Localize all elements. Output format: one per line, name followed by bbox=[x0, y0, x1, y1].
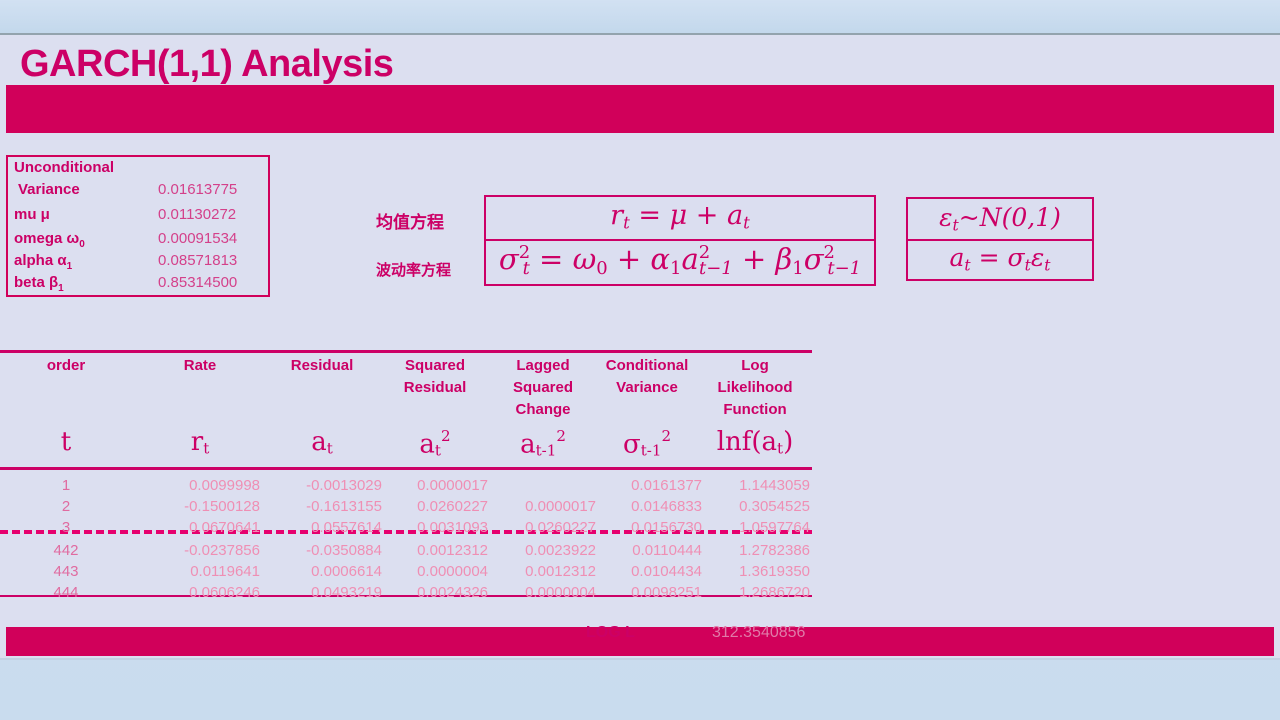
cell-order: 3 bbox=[61, 519, 71, 536]
cell-order: 442 bbox=[53, 542, 79, 559]
cell-rate: -0.1500128 bbox=[184, 498, 260, 515]
table-rule-header-bottom bbox=[0, 467, 812, 470]
slide: GARCH(1,1) Analysis Unconditional Varian… bbox=[0, 35, 1280, 658]
volatility-equation: σ2t = ω0 + α1a2t−1 + β1σ2t−1 bbox=[498, 242, 862, 280]
cell-residual: 0.0006614 bbox=[311, 563, 382, 580]
param-label: alpha α1 bbox=[14, 252, 73, 272]
param-row-mu: mu μ 0.01130272 bbox=[8, 206, 268, 230]
mean-equation: rt = μ + at bbox=[610, 200, 750, 233]
cell-squared-residual: 0.0260227 bbox=[417, 498, 488, 515]
cell-rate: 0.0119641 bbox=[190, 563, 260, 580]
cell-lagged-squared-change: 0.0000004 bbox=[525, 584, 596, 601]
footer-accent-bar bbox=[6, 627, 1274, 656]
screen: GARCH(1,1) Analysis Unconditional Varian… bbox=[0, 0, 1280, 720]
param-row-unconditional-variance-1: Unconditional bbox=[8, 159, 268, 183]
cell-conditional-variance: 0.0110444 bbox=[632, 542, 702, 559]
column-symbol-residual: at bbox=[311, 427, 333, 458]
cell-order: 2 bbox=[61, 498, 71, 515]
param-label: omega ω0 bbox=[14, 230, 85, 250]
innovation-distribution-equation: εt~N(0,1) bbox=[939, 203, 1061, 235]
cell-order: 1 bbox=[61, 477, 71, 494]
page-title: GARCH(1,1) Analysis bbox=[20, 43, 394, 85]
param-value: 0.01130272 bbox=[158, 206, 237, 223]
column-symbol-squared-residual: at2 bbox=[419, 427, 451, 460]
cell-conditional-variance: 0.0104434 bbox=[631, 563, 702, 580]
slide-bottom-edge bbox=[0, 658, 1280, 660]
column-symbol-rate: rt bbox=[190, 427, 210, 458]
column-symbol-lagged-squared-change: at-12 bbox=[520, 427, 566, 460]
param-label: beta β1 bbox=[14, 274, 64, 294]
cell-rate: 0.0670641 bbox=[189, 519, 260, 536]
column-header-rate: Rate bbox=[183, 357, 217, 374]
cell-residual: -0.0013029 bbox=[306, 477, 382, 494]
cell-log-likelihood: 1.1443059 bbox=[739, 477, 810, 494]
param-value: 0.00091534 bbox=[158, 230, 238, 247]
param-row-omega: omega ω0 0.00091534 bbox=[8, 230, 268, 254]
cell-squared-residual: 0.0024326 bbox=[417, 584, 488, 601]
cell-conditional-variance: 0.0146833 bbox=[631, 498, 702, 515]
param-value: 0.01613775 bbox=[158, 181, 238, 198]
cell-log-likelihood: 1.2782386 bbox=[739, 542, 810, 559]
cell-residual: 0.0557614 bbox=[311, 519, 382, 536]
param-label: Variance bbox=[18, 181, 80, 198]
log-likelihood-total-value: 312.3540856 bbox=[712, 624, 806, 641]
cell-rate: 0.0606246 bbox=[189, 584, 260, 601]
cell-residual: 0.0493219 bbox=[311, 584, 382, 601]
column-header-log-likelihood: Log Likelihood Function bbox=[717, 357, 793, 418]
distribution-equations-box: εt~N(0,1) at = σtεt bbox=[906, 197, 1094, 281]
column-header-residual: Residual bbox=[290, 357, 354, 374]
cell-lagged-squared-change: 0.0000017 bbox=[525, 498, 596, 515]
cell-log-likelihood: 1.2686720 bbox=[739, 584, 810, 601]
parameter-box: Unconditional Variance 0.01613775 mu μ 0… bbox=[6, 155, 270, 297]
equation-divider bbox=[908, 239, 1092, 241]
cell-log-likelihood: 0.3054525 bbox=[739, 498, 810, 515]
param-value: 0.08571813 bbox=[158, 252, 238, 269]
cell-conditional-variance: 0.0156730 bbox=[631, 519, 702, 536]
param-value: 0.85314500 bbox=[158, 274, 238, 291]
window-top-band bbox=[0, 0, 1280, 33]
cell-log-likelihood: 1.0597764 bbox=[739, 519, 810, 536]
cell-squared-residual: 0.0000017 bbox=[417, 477, 488, 494]
cell-order: 444 bbox=[53, 584, 79, 601]
shock-decomposition-equation: at = σtεt bbox=[949, 243, 1051, 275]
cell-log-likelihood: 1.3619350 bbox=[739, 563, 810, 580]
cell-rate: 0.0099998 bbox=[189, 477, 260, 494]
volatility-equation-label: 波动率方程 bbox=[376, 262, 452, 279]
log-likelihood-total-label: LOG L bbox=[586, 624, 635, 641]
column-symbol-log-likelihood: lnf(at) bbox=[716, 427, 794, 458]
cell-squared-residual: 0.0012312 bbox=[417, 542, 488, 559]
cell-squared-residual: 0.0000004 bbox=[417, 563, 488, 580]
cell-residual: -0.0350884 bbox=[306, 542, 382, 559]
param-label: mu μ bbox=[14, 206, 50, 223]
mean-equation-label: 均值方程 bbox=[376, 213, 444, 232]
column-header-order: order bbox=[46, 357, 86, 374]
column-header-squared-residual: Squared Residual bbox=[403, 357, 467, 396]
cell-residual: -0.1613155 bbox=[306, 498, 382, 515]
column-symbol-conditional-variance: σt-12 bbox=[622, 427, 672, 460]
header-accent-bar bbox=[6, 85, 1274, 133]
column-header-conditional-variance: Conditional Variance bbox=[605, 357, 689, 396]
cell-rate: -0.0237856 bbox=[184, 542, 260, 559]
column-header-lagged-squared-change: Lagged Squared Change bbox=[512, 357, 573, 418]
param-row-alpha: alpha α1 0.08571813 bbox=[8, 252, 268, 276]
param-row-beta: beta β1 0.85314500 bbox=[8, 274, 268, 298]
cell-lagged-squared-change: 0.0023922 bbox=[525, 542, 596, 559]
cell-conditional-variance: 0.0098251 bbox=[631, 584, 702, 601]
param-row-unconditional-variance-2: Variance 0.01613775 bbox=[8, 181, 268, 205]
param-label: Unconditional bbox=[14, 159, 114, 176]
cell-conditional-variance: 0.0161377 bbox=[631, 477, 702, 494]
cell-lagged-squared-change: 0.0260227 bbox=[525, 519, 596, 536]
cell-lagged-squared-change: 0.0012312 bbox=[525, 563, 596, 580]
column-symbol-order: t bbox=[60, 427, 72, 457]
cell-squared-residual: 0.0031093 bbox=[417, 519, 488, 536]
equation-divider bbox=[486, 239, 874, 241]
cell-order: 443 bbox=[53, 563, 79, 580]
model-equations-box: rt = μ + at σ2t = ω0 + α1a2t−1 + β1σ2t−1 bbox=[484, 195, 876, 286]
table-rule-top bbox=[0, 350, 812, 353]
